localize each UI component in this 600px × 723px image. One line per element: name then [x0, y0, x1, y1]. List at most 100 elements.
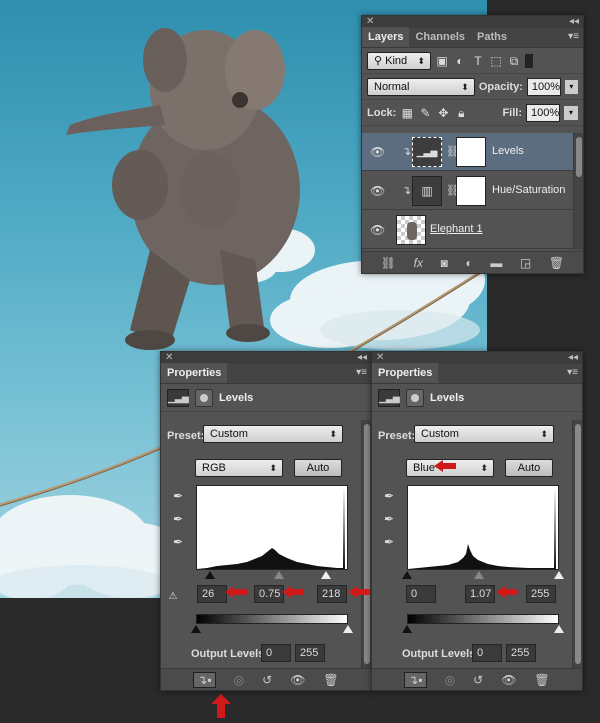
elephant-layer-thumbnail[interactable] [396, 215, 426, 245]
new-layer-icon[interactable]: ◲ [520, 256, 531, 270]
tab-properties[interactable]: Properties [372, 363, 439, 383]
lock-position-icon[interactable]: ✥ [436, 106, 450, 120]
tab-paths[interactable]: Paths [471, 27, 513, 47]
output-black-slider[interactable] [191, 625, 201, 633]
filter-toggle-icon[interactable] [525, 53, 533, 68]
layer-name-elephant[interactable]: Elephant 1 [430, 223, 483, 235]
layer-row-hue-saturation[interactable]: 👁︎ ↴ ▥ ⛓︎ Hue/Saturation [362, 172, 575, 210]
input-gamma-field[interactable]: 1.07 [465, 585, 495, 603]
preset-dropdown[interactable]: Custom ⬍ [203, 425, 343, 443]
auto-button[interactable]: Auto [505, 459, 553, 477]
layer-mask-thumbnail[interactable] [456, 176, 486, 206]
panel-menu-icon[interactable]: ▾≡ [567, 367, 578, 378]
input-white-field[interactable]: 218 [317, 585, 347, 603]
new-group-icon[interactable]: ▬ [490, 256, 502, 270]
reset-icon[interactable]: ↺ [262, 673, 272, 687]
blend-mode-dropdown[interactable]: Normal ⬍ [367, 77, 475, 96]
input-white-slider[interactable] [321, 571, 331, 579]
mask-icon[interactable] [195, 388, 213, 407]
fill-field[interactable]: 100% [526, 103, 560, 122]
output-black-slider[interactable] [402, 625, 412, 633]
layer-name-levels[interactable]: Levels [492, 145, 524, 157]
tab-channels[interactable]: Channels [409, 27, 471, 47]
mask-icon[interactable] [406, 388, 424, 407]
opacity-field[interactable]: 100% [526, 77, 561, 96]
input-black-slider[interactable] [402, 571, 412, 579]
panel-menu-icon[interactable]: ▾≡ [356, 367, 367, 378]
input-black-slider[interactable] [205, 571, 215, 579]
properties-scrollbar-thumb[interactable] [364, 424, 370, 664]
layer-name-hue-saturation[interactable]: Hue/Saturation [492, 184, 565, 196]
input-white-slider[interactable] [554, 571, 564, 579]
layer-row-levels[interactable]: 👁︎ ↴ ▁▃▅ ⛓︎ Levels [362, 133, 575, 171]
visibility-eye-icon[interactable]: 👁︎ [290, 673, 305, 687]
link-layers-icon[interactable]: ⛓︎ [381, 256, 396, 270]
lock-all-icon[interactable]: 🔒︎ [454, 106, 468, 120]
collapse-panel-icon[interactable]: ◂◂ [569, 16, 579, 28]
view-previous-icon[interactable]: ◎ [445, 673, 455, 687]
trash-icon[interactable]: 🗑︎ [549, 256, 564, 270]
tab-properties[interactable]: Properties [161, 363, 228, 383]
visibility-eye-icon[interactable]: 👁︎ [501, 673, 516, 687]
output-white-field[interactable]: 255 [295, 644, 325, 662]
fill-dropdown-icon[interactable]: ▾ [564, 105, 578, 120]
channel-dropdown[interactable]: RGB ⬍ [195, 459, 283, 477]
tab-layers[interactable]: Layers [362, 27, 410, 47]
clip-to-layer-icon[interactable]: ↴▪ [193, 671, 216, 688]
properties-scrollbar-thumb[interactable] [575, 424, 581, 664]
output-white-field[interactable]: 255 [506, 644, 536, 662]
filter-type-icon[interactable]: T [471, 54, 485, 68]
lock-transparent-icon[interactable]: ▦ [400, 106, 414, 120]
gray-point-eyedropper-icon[interactable]: ✒︎ [171, 512, 185, 526]
visibility-eye-icon[interactable]: 👁︎ [370, 145, 385, 159]
visibility-eye-icon[interactable]: 👁︎ [370, 184, 385, 198]
filter-adjustment-icon[interactable]: ◐ [453, 54, 467, 68]
auto-button[interactable]: Auto [294, 459, 342, 477]
input-black-field[interactable]: 26 [197, 585, 227, 603]
add-mask-icon[interactable]: ◙ [441, 256, 448, 270]
reset-icon[interactable]: ↺ [473, 673, 483, 687]
layer-mask-thumbnail[interactable] [456, 137, 486, 167]
input-gamma-slider[interactable] [474, 571, 484, 579]
filter-shape-icon[interactable]: ⬚ [489, 54, 503, 68]
input-white-field[interactable]: 255 [526, 585, 556, 603]
output-white-slider[interactable] [554, 625, 564, 633]
trash-icon[interactable]: 🗑︎ [534, 673, 549, 687]
layers-scrollbar-thumb[interactable] [576, 137, 582, 177]
output-black-field[interactable]: 0 [261, 644, 291, 662]
layer-style-fx-icon[interactable]: fx [414, 256, 423, 270]
properties-scrollbar[interactable] [572, 420, 582, 668]
view-previous-icon[interactable]: ◎ [234, 673, 244, 687]
clipping-warning-icon[interactable]: ⚠︎ [166, 590, 180, 604]
output-black-field[interactable]: 0 [472, 644, 502, 662]
trash-icon[interactable]: 🗑︎ [323, 673, 338, 687]
output-white-slider[interactable] [343, 625, 353, 633]
levels-histogram-icon[interactable]: ▁▃▅ [378, 388, 400, 407]
gray-point-eyedropper-icon[interactable]: ✒︎ [382, 512, 396, 526]
clip-to-layer-icon[interactable]: ↴▪ [404, 671, 427, 688]
input-black-field[interactable]: 0 [406, 585, 436, 603]
white-point-eyedropper-icon[interactable]: ✒︎ [382, 535, 396, 549]
levels-histogram-icon[interactable]: ▁▃▅ [167, 388, 189, 407]
lock-pixels-icon[interactable]: ✎ [418, 106, 432, 120]
black-point-eyedropper-icon[interactable]: ✒︎ [382, 489, 396, 503]
collapse-panel-icon[interactable]: ◂◂ [568, 352, 578, 364]
black-point-eyedropper-icon[interactable]: ✒︎ [171, 489, 185, 503]
levels-adjustment-thumbnail[interactable]: ▁▃▅ [412, 137, 442, 167]
layer-row-elephant[interactable]: 👁︎ Elephant 1 [362, 211, 575, 249]
white-point-eyedropper-icon[interactable]: ✒︎ [171, 535, 185, 549]
hue-saturation-thumbnail[interactable]: ▥ [412, 176, 442, 206]
filter-kind-dropdown[interactable]: ⚲ Kind ⬍ [367, 51, 431, 70]
visibility-eye-icon[interactable]: 👁︎ [370, 223, 385, 237]
layers-scrollbar[interactable] [573, 133, 583, 250]
opacity-dropdown-icon[interactable]: ▾ [564, 79, 578, 94]
preset-dropdown[interactable]: Custom ⬍ [414, 425, 554, 443]
collapse-panel-icon[interactable]: ◂◂ [357, 352, 367, 364]
filter-smart-object-icon[interactable]: ⧉ [507, 54, 521, 68]
properties-scrollbar[interactable] [361, 420, 371, 668]
panel-menu-icon[interactable]: ▾≡ [568, 31, 579, 42]
new-adjustment-icon[interactable]: ◐ [465, 256, 472, 270]
input-gamma-field[interactable]: 0.75 [254, 585, 284, 603]
filter-pixel-icon[interactable]: ▣ [435, 54, 449, 68]
input-gamma-slider[interactable] [274, 571, 284, 579]
